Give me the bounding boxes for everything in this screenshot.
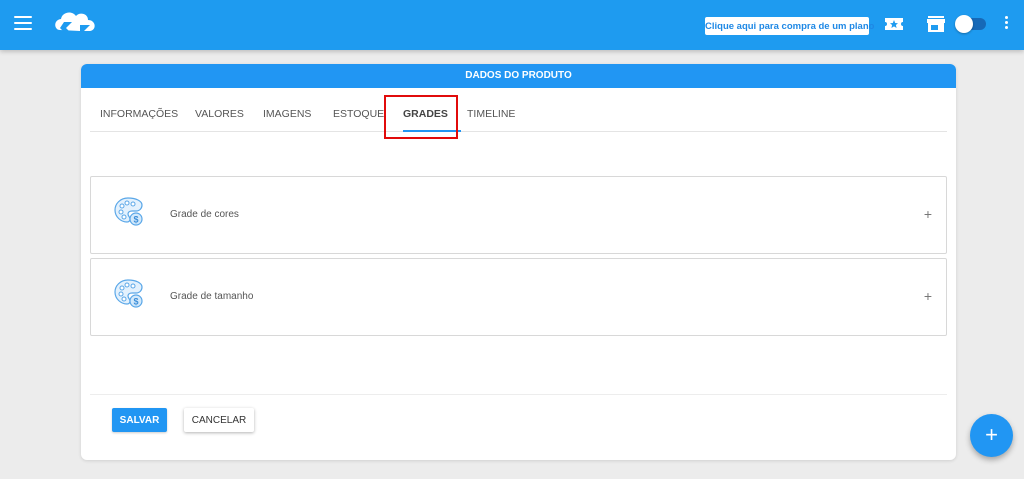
cancel-button[interactable]: CANCELAR bbox=[184, 408, 254, 432]
tab-informacoes[interactable]: INFORMAÇÕES bbox=[100, 88, 178, 132]
toggle-knob bbox=[955, 15, 973, 33]
tab-bar: INFORMAÇÕES VALORES IMAGENS ESTOQUE GRAD… bbox=[90, 88, 947, 132]
svg-text:$: $ bbox=[133, 297, 138, 307]
tab-timeline[interactable]: TIMELINE bbox=[467, 88, 515, 132]
theme-toggle[interactable] bbox=[955, 15, 986, 33]
divider bbox=[90, 394, 947, 395]
expand-icon[interactable]: + bbox=[924, 259, 932, 335]
store-icon[interactable] bbox=[926, 15, 946, 38]
palette-dollar-icon: $ bbox=[113, 277, 145, 314]
palette-dollar-icon: $ bbox=[113, 195, 145, 232]
tab-imagens[interactable]: IMAGENS bbox=[263, 88, 311, 132]
svg-text:$: $ bbox=[133, 215, 138, 225]
top-app-bar: Clique aqui para compra de um plano bbox=[0, 0, 1024, 50]
more-vert-icon[interactable] bbox=[1003, 16, 1009, 32]
ticket-icon[interactable] bbox=[884, 15, 904, 38]
menu-icon[interactable] bbox=[14, 16, 32, 30]
add-fab-button[interactable]: + bbox=[970, 414, 1013, 457]
panel-label: Grade de cores bbox=[170, 209, 239, 220]
product-data-card: DADOS DO PRODUTO INFORMAÇÕES VALORES IMA… bbox=[81, 64, 956, 460]
tab-estoque[interactable]: ESTOQUE bbox=[333, 88, 384, 132]
expand-icon[interactable]: + bbox=[924, 177, 932, 253]
panel-label: Grade de tamanho bbox=[170, 291, 254, 302]
logo-icon[interactable] bbox=[50, 8, 102, 45]
panel-color-grid[interactable]: $ Grade de cores + bbox=[90, 176, 947, 254]
tab-valores[interactable]: VALORES bbox=[195, 88, 244, 132]
card-title: DADOS DO PRODUTO bbox=[81, 64, 956, 88]
tab-highlight-box bbox=[384, 95, 458, 139]
save-button[interactable]: SALVAR bbox=[112, 408, 167, 432]
buy-plan-button[interactable]: Clique aqui para compra de um plano bbox=[705, 17, 874, 35]
panel-size-grid[interactable]: $ Grade de tamanho + bbox=[90, 258, 947, 336]
